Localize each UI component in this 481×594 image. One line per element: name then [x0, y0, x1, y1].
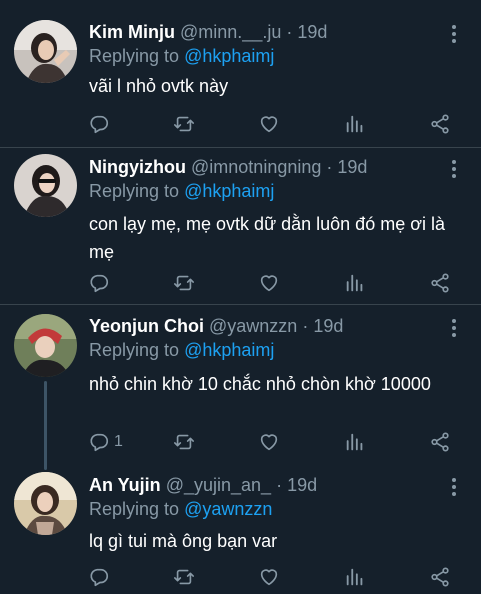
share-icon	[431, 273, 449, 293]
mention-link[interactable]: @hkphaimj	[184, 46, 274, 66]
replying-to: Replying to @yawnzzn	[89, 497, 272, 521]
display-name[interactable]: Yeonjun Choi	[89, 316, 204, 336]
user-handle[interactable]: @_yujin_an_	[166, 475, 271, 495]
analytics-icon	[346, 115, 363, 133]
analytics-icon	[346, 433, 363, 451]
tweet-text: vãi l nhỏ ovtk này	[89, 76, 229, 96]
more-icon[interactable]	[446, 475, 462, 499]
replying-to-label: Replying to	[89, 499, 185, 519]
analytics-button[interactable]	[344, 430, 366, 454]
timestamp[interactable]: 19d	[313, 316, 343, 336]
retweet-icon	[174, 116, 194, 132]
user-handle[interactable]: @minn.__.ju	[180, 22, 281, 42]
timestamp[interactable]: 19d	[287, 475, 317, 495]
reply-icon	[90, 274, 109, 293]
tweet-card[interactable]: An Yujin @_yujin_an_ · 19d Replying to @…	[0, 464, 481, 594]
tweet-actions	[0, 565, 481, 589]
like-button[interactable]	[258, 565, 280, 589]
replying-to: Replying to @hkphaimj	[89, 338, 274, 362]
reply-count: 1	[114, 433, 123, 450]
avatar[interactable]	[14, 472, 77, 535]
avatar[interactable]	[14, 20, 77, 83]
separator-dot: ·	[286, 22, 293, 42]
tweet-header: An Yujin @_yujin_an_ · 19d	[89, 473, 317, 497]
avatar[interactable]	[14, 314, 77, 377]
share-icon	[431, 114, 449, 134]
retweet-button[interactable]	[173, 430, 195, 454]
share-button[interactable]	[429, 271, 451, 295]
analytics-button[interactable]	[344, 565, 366, 589]
more-icon[interactable]	[446, 316, 462, 340]
reply-timeline: Kim Minju @minn.__.ju · 19d Replying to …	[0, 0, 481, 594]
like-icon	[260, 275, 278, 292]
tweet-header: Yeonjun Choi @yawnzzn · 19d	[89, 314, 343, 338]
replying-to-label: Replying to	[89, 46, 185, 66]
tweet-card[interactable]: Yeonjun Choi @yawnzzn · 19d Replying to …	[0, 305, 481, 470]
reply-button[interactable]	[88, 565, 114, 589]
timestamp[interactable]: 19d	[297, 22, 327, 42]
tweet-text: nhỏ chin khờ 10 chắc nhỏ chòn khờ 10000	[89, 374, 431, 394]
retweet-button[interactable]	[173, 271, 195, 295]
share-icon	[431, 567, 449, 587]
retweet-icon	[174, 434, 194, 450]
display-name[interactable]: Kim Minju	[89, 22, 175, 42]
user-handle[interactable]: @yawnzzn	[209, 316, 297, 336]
retweet-icon	[174, 569, 194, 585]
tweet-actions: 1	[0, 430, 481, 454]
share-button[interactable]	[429, 430, 451, 454]
more-icon[interactable]	[446, 22, 462, 46]
tweet-actions	[0, 112, 481, 136]
reply-icon	[90, 433, 109, 452]
separator-dot: ·	[276, 475, 283, 495]
timestamp[interactable]: 19d	[337, 157, 367, 177]
separator-dot: ·	[302, 316, 309, 336]
replying-to-label: Replying to	[89, 181, 185, 201]
analytics-icon	[346, 568, 363, 586]
tweet-actions	[0, 271, 481, 295]
tweet-text: lq gì tui mà ông bạn var	[89, 531, 278, 551]
analytics-button[interactable]	[344, 112, 366, 136]
display-name[interactable]: Ningyizhou	[89, 157, 186, 177]
reply-icon	[90, 568, 109, 587]
more-icon[interactable]	[446, 157, 462, 181]
retweet-button[interactable]	[173, 112, 195, 136]
tweet-header: Ningyizhou @imnotningning · 19d	[89, 155, 367, 179]
share-icon	[431, 432, 449, 452]
tweet-card[interactable]: Kim Minju @minn.__.ju · 19d Replying to …	[0, 0, 481, 148]
share-button[interactable]	[429, 112, 451, 136]
like-button[interactable]	[258, 271, 280, 295]
like-button[interactable]	[258, 430, 280, 454]
reply-button[interactable]	[88, 112, 114, 136]
reply-button[interactable]: 1	[88, 430, 123, 454]
like-icon	[260, 116, 278, 133]
mention-link[interactable]: @yawnzzn	[184, 499, 272, 519]
like-icon	[260, 434, 278, 451]
tweet-header: Kim Minju @minn.__.ju · 19d	[89, 20, 327, 44]
mention-link[interactable]: @hkphaimj	[184, 340, 274, 360]
user-handle[interactable]: @imnotningning	[191, 157, 321, 177]
mention-link[interactable]: @hkphaimj	[184, 181, 274, 201]
replying-to: Replying to @hkphaimj	[89, 179, 274, 203]
replying-to: Replying to @hkphaimj	[89, 44, 274, 68]
retweet-icon	[174, 275, 194, 291]
retweet-button[interactable]	[173, 565, 195, 589]
analytics-button[interactable]	[344, 271, 366, 295]
separator-dot: ·	[326, 157, 333, 177]
reply-icon	[90, 115, 109, 134]
analytics-icon	[346, 274, 363, 292]
avatar[interactable]	[14, 154, 77, 217]
display-name[interactable]: An Yujin	[89, 475, 161, 495]
tweet-card[interactable]: Ningyizhou @imnotningning · 19d Replying…	[0, 148, 481, 304]
replying-to-label: Replying to	[89, 340, 185, 360]
like-button[interactable]	[258, 112, 280, 136]
share-button[interactable]	[429, 565, 451, 589]
reply-button[interactable]	[88, 271, 114, 295]
thread-line	[44, 381, 47, 470]
tweet-text: con lạy mẹ, mẹ ovtk dữ dằn luôn đó mẹ ơi…	[89, 214, 446, 262]
like-icon	[260, 569, 278, 586]
